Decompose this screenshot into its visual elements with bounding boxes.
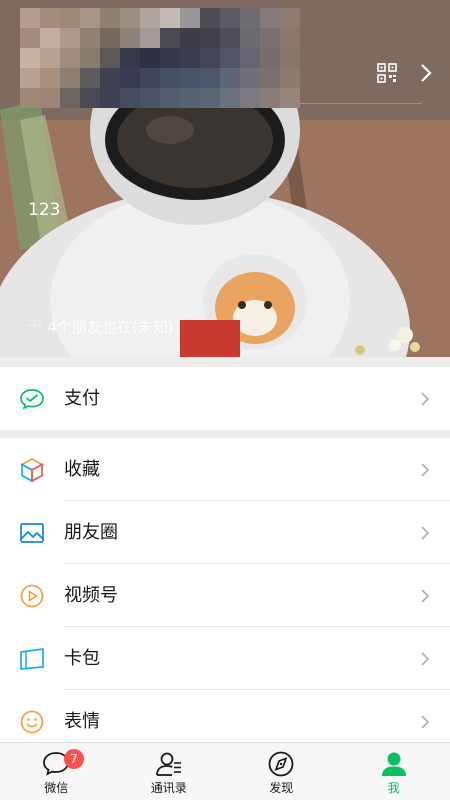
menu-item-label: 视频号 <box>64 585 118 606</box>
menu-item-label: 表情 <box>64 711 100 732</box>
menu-item-label: 卡包 <box>64 648 100 669</box>
friends-status-text: 4个朋友也在(未知) <box>47 318 174 336</box>
chevron-right-icon <box>421 715 430 729</box>
tab-me[interactable]: 我 <box>338 743 450 800</box>
moments-image-icon <box>20 523 44 543</box>
qr-code-icon[interactable] <box>377 63 397 83</box>
unread-badge: 7 <box>64 749 84 769</box>
menu-item-favorites[interactable]: 收藏 <box>0 438 450 501</box>
tab-contacts[interactable]: 通讯录 <box>113 743 226 800</box>
header-divider <box>300 103 422 104</box>
menu-item-pay[interactable]: 支付 <box>0 367 450 430</box>
tab-discover[interactable]: 发现 <box>225 743 338 800</box>
menu-item-moments[interactable]: 朋友圈 <box>0 501 450 564</box>
blurred-profile-mosaic <box>20 8 300 108</box>
wechat-pay-icon <box>20 389 44 410</box>
friends-status-link[interactable]: ··· 4个朋友也在(未知) <box>28 316 174 337</box>
bottom-tab-bar: 7 微信 通讯录 发现 我 <box>0 742 450 800</box>
tab-label: 通讯录 <box>150 781 187 795</box>
features-group: 收藏 朋友圈 视频号 卡包 表情 <box>0 438 450 742</box>
profile-chevron-right-icon[interactable] <box>416 62 436 84</box>
ellipsis-icon: ··· <box>28 319 44 334</box>
profile-header: 123 ··· 4个朋友也在(未知) <box>0 0 450 357</box>
compass-icon <box>268 751 294 777</box>
menu-item-label: 朋友圈 <box>64 522 118 543</box>
favorites-cube-icon <box>20 458 44 483</box>
chevron-right-icon <box>421 589 430 603</box>
chevron-right-icon <box>421 392 430 406</box>
contacts-icon <box>155 752 181 776</box>
chevron-right-icon <box>421 652 430 666</box>
menu-item-label: 支付 <box>64 388 100 409</box>
menu-item-channels[interactable]: 视频号 <box>0 564 450 627</box>
tab-label: 发现 <box>269 781 294 795</box>
card-wallet-icon <box>20 648 44 670</box>
tab-label: 我 <box>387 781 400 795</box>
tab-label: 微信 <box>44 781 69 795</box>
chevron-right-icon <box>421 526 430 540</box>
menu-item-card-wallet[interactable]: 卡包 <box>0 627 450 690</box>
chevron-right-icon <box>421 463 430 477</box>
menu-item-label: 收藏 <box>64 459 100 480</box>
sticker-smile-icon <box>20 710 44 734</box>
channels-play-icon <box>20 584 44 608</box>
menu-item-stickers[interactable]: 表情 <box>0 690 450 742</box>
tab-chats[interactable]: 7 微信 <box>0 743 113 800</box>
pay-group: 支付 <box>0 367 450 430</box>
person-icon <box>381 752 406 776</box>
status-text[interactable]: 123 <box>28 200 60 220</box>
